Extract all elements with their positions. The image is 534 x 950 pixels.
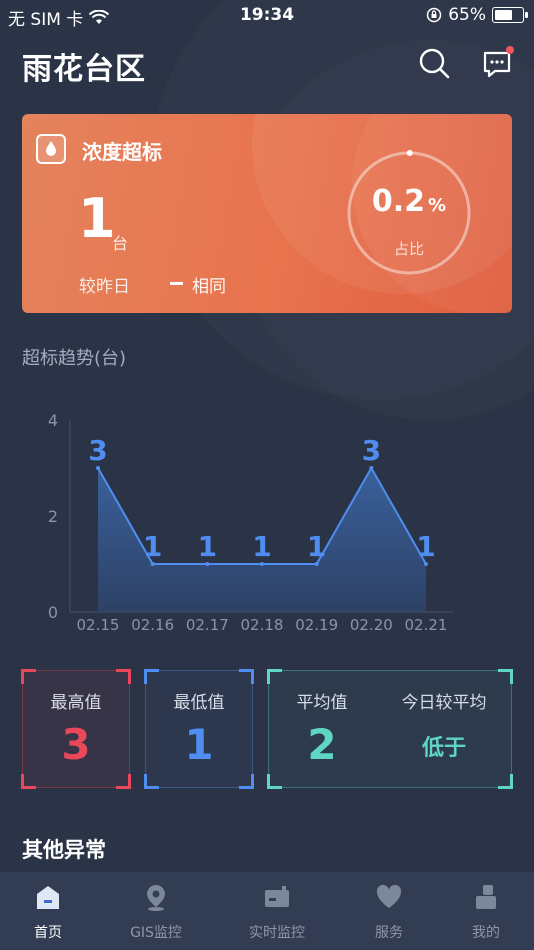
compare-label: 较昨日 [79,277,130,297]
compare-value: 相同 [192,277,226,297]
battery-icon [492,7,528,23]
tab-gis[interactable]: GIS监控 [106,872,206,950]
ratio-value: 0.2 [371,184,426,219]
today-vs-avg-label: 今日较平均 [401,693,487,713]
location-pin-icon [147,885,165,911]
x-tick-label: 02.18 [241,616,284,634]
x-tick-label: 02.19 [295,616,338,634]
data-label: 1 [416,530,435,563]
other-anomalies-title: 其他异常 [22,838,106,862]
data-label: 1 [198,530,217,563]
x-tick-label: 02.20 [350,616,393,634]
x-tick-label: 02.15 [77,616,120,634]
page-title: 雨花台区 [22,52,146,87]
data-label: 1 [252,530,271,563]
x-tick-label: 02.21 [405,616,448,634]
monitor-device-icon [265,886,289,907]
min-label: 最低值 [173,693,225,713]
tab-label: GIS监控 [130,925,182,941]
notification-badge [506,46,514,54]
y-tick-label: 4 [48,411,58,430]
tab-label: 首页 [34,925,62,941]
ratio-unit: % [428,195,447,216]
trend-chart: 0 2 4 3 02.15 1 02.16 1 02.17 1 02.18 1 02.19 3 02.20 1… [48,411,453,634]
min-value: 1 [184,720,214,769]
bottom-tab-bar: 首页 GIS监控 实时监控 服务 我的 [0,872,534,950]
ratio-value-wrap: 0.2% [346,184,472,219]
battery-percent: 65% [448,5,486,25]
tab-label: 实时监控 [249,925,305,941]
tab-mine[interactable]: 我的 [436,872,534,950]
tab-realtime[interactable]: 实时监控 [227,872,327,950]
over-limit-card[interactable]: 浓度超标 1 台 较昨日 相同 0.2% 占比 [22,114,512,313]
ratio-label: 占比 [393,240,424,258]
ratio-marker [406,150,413,156]
data-label: 1 [143,530,162,563]
min-value-box: 最低值 1 [144,669,254,789]
y-tick-label: 2 [48,507,58,526]
over-limit-count: 1 [78,187,116,250]
compare-dash-icon [170,282,183,285]
max-value-box: 最高值 3 [21,669,131,789]
message-icon[interactable] [482,46,516,80]
average-box: 平均值 2 今日较平均 低于 [267,669,513,789]
data-label: 3 [362,434,381,467]
status-bar: 无 SIM 卡 19:34 65% [0,0,534,30]
card-title: 浓度超标 [82,140,162,164]
rotation-lock-icon [426,7,442,23]
max-value: 3 [61,720,91,769]
tab-label: 我的 [472,925,500,941]
avg-label: 平均值 [296,693,348,713]
x-tick-label: 02.17 [186,616,229,634]
today-vs-avg-value: 低于 [421,736,466,761]
max-label: 最高值 [50,693,102,713]
search-icon[interactable] [417,46,451,80]
data-label: 1 [307,530,326,563]
tab-label: 服务 [375,925,403,941]
x-tick-label: 02.16 [131,616,174,634]
user-icon [476,885,496,909]
fire-drop-icon [36,134,66,164]
trend-section-title: 超标趋势(台) [22,348,127,369]
data-label: 3 [88,434,107,467]
y-tick-label: 0 [48,603,58,622]
home-icon [37,886,59,909]
count-unit: 台 [112,234,129,253]
tab-services[interactable]: 服务 [339,872,439,950]
heart-icon [376,884,402,908]
tab-home[interactable]: 首页 [0,872,98,950]
avg-value: 2 [307,720,337,769]
